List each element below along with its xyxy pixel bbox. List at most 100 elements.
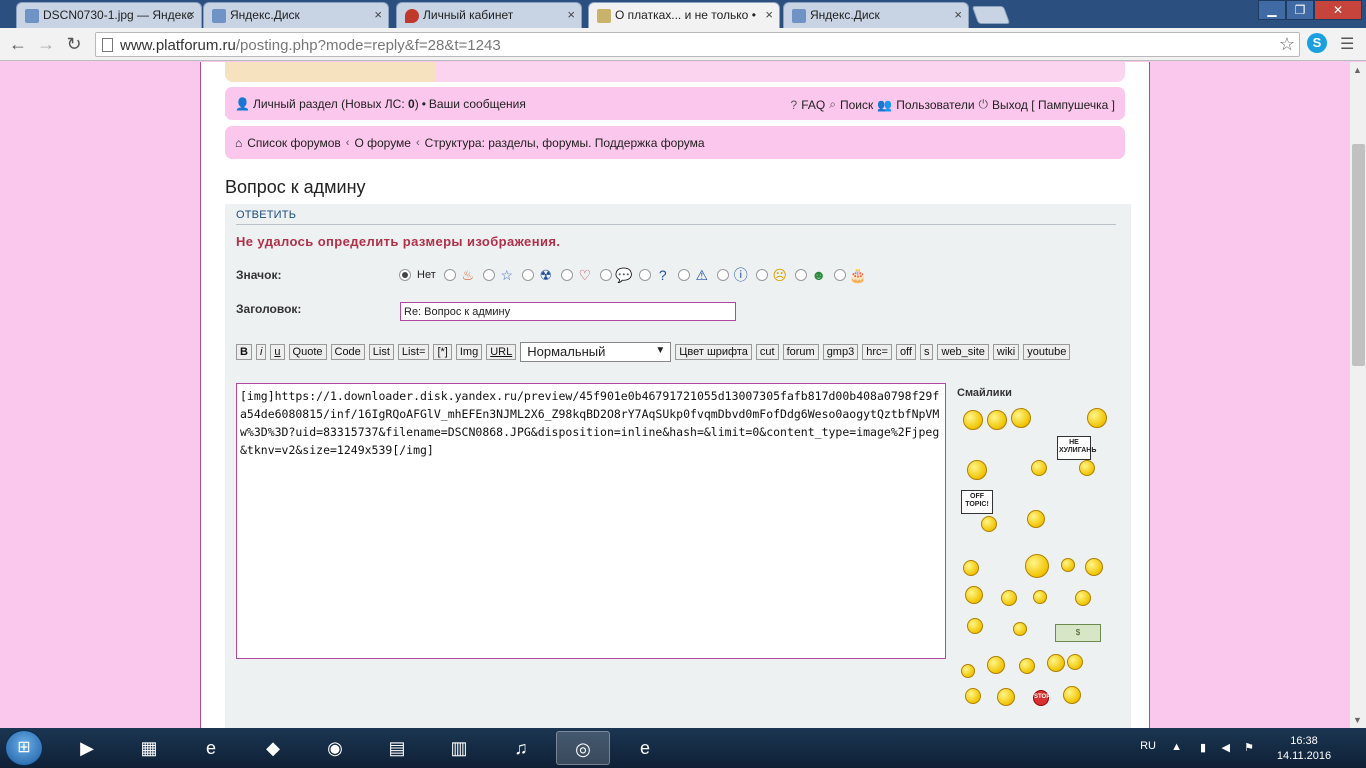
browser-tab-5[interactable]: Яндекс.Диск × [783,2,969,28]
cake-smiley-icon[interactable] [987,656,1005,674]
web-site-button[interactable]: web_site [937,344,989,360]
icon-radio-none[interactable] [399,269,411,281]
media-player-icon[interactable]: ▶ [60,731,114,765]
show-hidden-icons-icon[interactable]: ▲ [1171,741,1182,753]
smiley-icon[interactable] [981,516,997,532]
close-tab-icon[interactable]: × [567,7,575,22]
bold-button[interactable]: B [236,344,252,360]
address-bar[interactable]: www.platforum.ru/posting.php?mode=reply&… [95,32,1300,57]
icon-radio[interactable] [599,269,612,281]
file-explorer-icon[interactable]: ▤ [370,731,424,765]
font-color-button[interactable]: Цвет шрифта [675,344,752,360]
faq-link[interactable]: FAQ [801,98,825,112]
smiley-icon[interactable] [1001,590,1017,606]
smiley-icon[interactable] [1087,408,1107,428]
smiley-icon[interactable] [1019,658,1035,674]
gem-app-icon[interactable]: ◆ [246,731,300,765]
chrome-icon[interactable]: ◎ [556,731,610,765]
youtube-button[interactable]: youtube [1023,344,1071,360]
gmp3-button[interactable]: gmp3 [822,344,859,360]
icon-radio[interactable] [443,269,456,281]
browser-tab-4[interactable]: О платках... и не только • × [588,2,780,28]
private-section-link[interactable]: Личный раздел (Новых ЛС: 0) [253,97,419,111]
cut-button[interactable]: cut [755,344,779,360]
browser-tab-1[interactable]: DSCN0730-1.jpg — Яндекс × [16,2,202,28]
icon-radio[interactable] [677,269,690,281]
ordered-list-button[interactable]: List= [397,344,430,360]
volume-icon[interactable]: ◀ [1222,741,1230,754]
smiley-icon[interactable] [1067,654,1083,670]
action-center-flag-icon[interactable]: ⚑ [1244,741,1254,754]
smiley-icon[interactable] [1027,510,1045,528]
icon-radio[interactable] [521,269,534,281]
smiley-icon[interactable] [997,688,1015,706]
scroll-down-icon[interactable]: ▼ [1353,715,1362,725]
code-button[interactable]: Code [330,344,365,360]
start-button[interactable]: ⊞ [5,730,43,766]
italic-button[interactable]: i [255,344,267,360]
skype-extension-icon[interactable]: S [1307,33,1327,53]
scroll-up-icon[interactable]: ▲ [1353,65,1362,75]
smiley-icon[interactable] [963,410,983,430]
icon-radio[interactable] [794,269,807,281]
strike-button[interactable]: s [919,344,934,360]
hooligan-sign-icon[interactable]: НЕ ХУЛИГАНЬ [1057,436,1096,460]
your-messages-link[interactable]: Ваши сообщения [429,97,526,111]
offtopic-sign-icon[interactable]: OFF TOPIC! [961,490,993,514]
internet-explorer-icon[interactable]: e [618,731,672,765]
quote-button[interactable]: Quote [288,344,327,360]
logout-link[interactable]: Выход [ Пампушечка ] [992,98,1115,112]
page-scrollbar[interactable]: ▲ ▼ [1349,62,1366,728]
smiley-icon[interactable] [987,410,1007,430]
browser-tab-2[interactable]: Яндекс.Диск × [203,2,389,28]
installer-icon[interactable]: ▦ [122,731,176,765]
smiley-icon[interactable] [1033,590,1047,604]
breadcrumb-forums-list[interactable]: Список форумов [247,136,341,150]
wiki-button[interactable]: wiki [992,344,1020,360]
internet-explorer-icon[interactable]: e [184,731,238,765]
close-tab-icon[interactable]: × [765,7,773,22]
chrome-menu-icon[interactable]: ☰ [1340,34,1354,54]
new-tab-button[interactable] [971,6,1011,24]
close-tab-icon[interactable]: × [374,7,382,22]
system-clock[interactable]: 16:38 14.11.2016 [1274,734,1334,764]
forum-button[interactable]: forum [782,344,819,360]
smiley-icon[interactable] [965,586,983,604]
smiley-icon[interactable] [963,560,979,576]
icon-radio[interactable] [716,269,729,281]
chef-smiley-icon[interactable] [1047,654,1065,672]
icon-radio[interactable] [482,269,495,281]
smiley-icon[interactable] [1079,460,1095,476]
hrc-button[interactable]: hrc= [862,344,892,360]
list-item-button[interactable]: [*] [433,344,452,360]
audio-app-icon[interactable]: ♫ [494,731,548,765]
smiley-icon[interactable] [965,688,981,704]
calculator-icon[interactable]: ▥ [432,731,486,765]
font-size-select[interactable]: Нормальный ▼ [520,342,672,362]
close-window-button[interactable]: ✕ [1314,0,1362,20]
subject-input[interactable] [400,302,736,321]
minimize-button[interactable]: ▁ [1258,0,1286,20]
network-icon[interactable]: ▮ [1200,741,1206,754]
close-tab-icon[interactable]: × [187,7,195,22]
flower-icon[interactable] [1061,558,1075,572]
dollar-bill-icon[interactable]: $ [1055,624,1101,642]
icon-radio[interactable] [833,269,846,281]
smiley-icon[interactable] [1025,554,1049,578]
breadcrumb-about-forum[interactable]: О форуме [354,136,411,150]
bookmark-star-icon[interactable]: ☆ [1279,34,1295,55]
smiley-icon[interactable] [1075,590,1091,606]
breadcrumb-structure[interactable]: Структура: разделы, форумы. Поддержка фо… [425,136,705,150]
page-title[interactable]: Вопрос к админу [225,177,366,198]
icon-radio[interactable] [560,269,573,281]
smiley-icon[interactable] [1013,622,1027,636]
smiley-icon[interactable] [967,460,987,480]
browser-tab-3[interactable]: Личный кабинет × [396,2,582,28]
search-link[interactable]: Поиск [840,98,873,112]
icon-radio[interactable] [638,269,651,281]
smiley-icon[interactable] [1011,408,1031,428]
icon-radio[interactable] [755,269,768,281]
stop-sign-icon[interactable]: STOP [1033,690,1050,706]
img-button[interactable]: Img [455,344,483,360]
close-tab-icon[interactable]: × [954,7,962,22]
